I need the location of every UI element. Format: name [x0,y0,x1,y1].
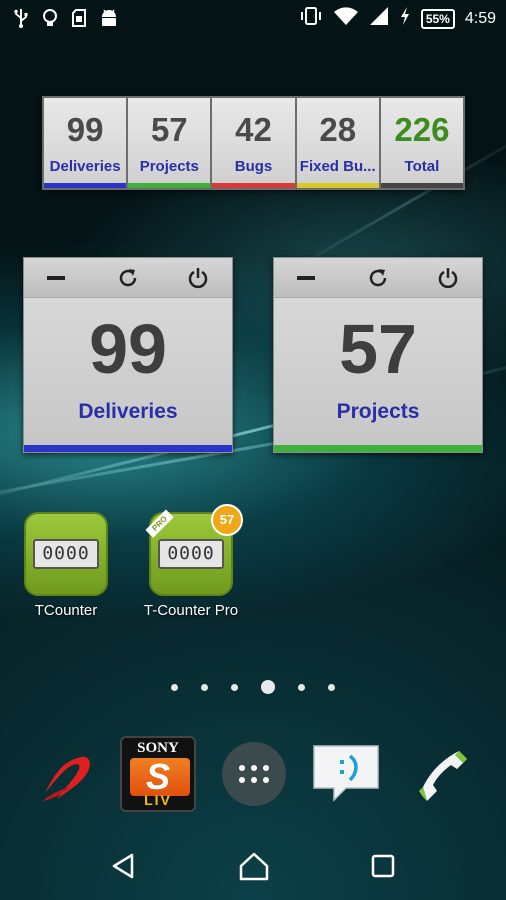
counter-label: Projects [336,400,420,423]
summary-label: Total [404,158,440,175]
widget-toolbar [274,258,482,298]
page-dot[interactable] [201,683,208,691]
counter-label: Deliveries [78,400,178,423]
dock: SONY S LIV [0,736,506,816]
summary-cell-projects[interactable]: 57 Projects [128,98,211,188]
app-label: T-Counter Pro [143,602,239,619]
counter-display: 0000 [33,539,99,569]
reset-button[interactable] [366,266,390,290]
home-icon[interactable] [238,851,270,886]
summary-value: 57 [150,111,188,148]
summary-label: Fixed Bu... [299,158,376,175]
summary-cell-bugs[interactable]: 42 Bugs [212,98,295,188]
summary-widget[interactable]: 99 Deliveries 57 Projects 42 Bugs 28 Fix… [42,96,465,190]
messaging-icon[interactable] [308,736,384,812]
wifi-icon [333,6,359,31]
counter-value: 57 [339,310,417,388]
app-label: TCounter [34,602,98,619]
music-app-icon[interactable] [28,736,104,812]
color-bar [128,183,211,188]
recents-icon[interactable] [370,853,396,884]
summary-total-value: 226 [394,111,450,148]
notification-badge: 57 [211,504,243,536]
android-icon [100,8,118,33]
summary-label: Deliveries [49,158,121,175]
navigation-bar [0,836,506,900]
summary-cell-fixed-bugs[interactable]: 28 Fixed Bu... [296,98,379,188]
sony-liv-icon[interactable]: SONY S LIV [120,736,196,812]
counter-display: 0000 [158,539,224,569]
sony-liv-sub: LIV [144,792,172,808]
summary-label: Projects [139,158,199,175]
color-bar [212,183,295,188]
decrement-button[interactable] [294,266,318,290]
counter-widget-deliveries[interactable]: 99 Deliveries [23,257,233,453]
counter-value: 99 [89,310,167,388]
color-bar [296,183,379,188]
clock: 4:59 [464,9,496,27]
sd-card-icon [72,9,86,32]
counter-widget-projects[interactable]: 57 Projects [273,257,483,453]
reset-button[interactable] [116,266,140,290]
page-dot[interactable] [298,683,305,691]
signal-icon [369,6,389,31]
summary-cell-total[interactable]: 226 Total [380,98,464,188]
status-bar: 55% 4:59 [0,0,506,38]
decrement-button[interactable] [44,266,68,290]
summary-value: 99 [66,111,104,148]
summary-value: 42 [235,111,272,148]
power-button[interactable] [436,266,460,290]
vibrate-icon [299,6,323,31]
tcounter-icon: 0000 [24,512,108,596]
sony-liv-brand: SONY [137,740,179,756]
tcounter-pro-icon: PRO 0000 57 [145,504,243,596]
page-dot[interactable] [171,683,178,691]
pro-ribbon: PRO [145,509,174,538]
page-indicator [0,680,506,694]
app-tcounter-pro[interactable]: PRO 0000 57 T-Counter Pro [136,504,246,619]
summary-cell-deliveries[interactable]: 99 Deliveries [44,98,127,188]
charging-icon [399,6,411,31]
summary-value: 28 [319,111,357,148]
color-bar [380,183,464,188]
usb-icon [14,8,28,33]
back-icon[interactable] [110,852,138,885]
color-bar [274,445,482,452]
lightbulb-icon [42,8,58,33]
color-bar [24,445,232,452]
page-dot[interactable] [231,683,238,691]
color-bar [44,183,127,188]
power-button[interactable] [186,266,210,290]
summary-label: Bugs [234,158,273,175]
app-tcounter[interactable]: 0000 TCounter [11,512,121,619]
app-drawer-icon[interactable] [216,736,292,812]
page-dot-active[interactable] [261,680,275,694]
phone-icon[interactable] [404,736,480,812]
page-dot[interactable] [328,683,335,691]
battery-indicator: 55% [420,8,455,29]
widget-toolbar [24,258,232,298]
